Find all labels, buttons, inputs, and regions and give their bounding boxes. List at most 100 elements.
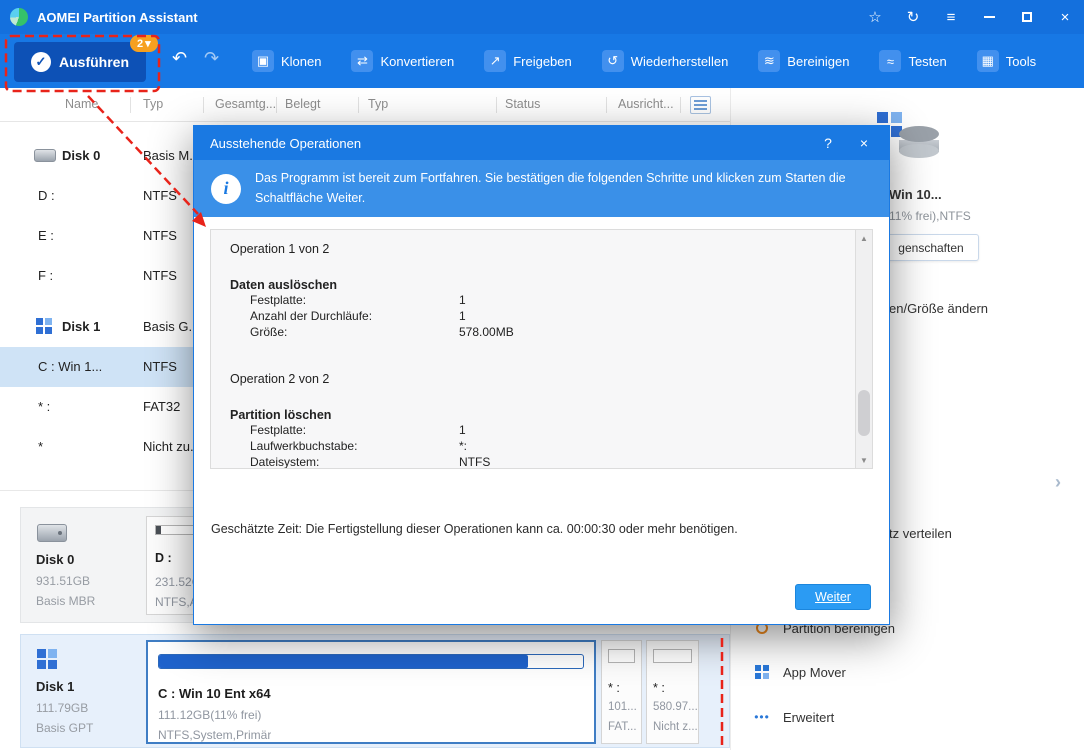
app-logo-icon: [10, 8, 28, 26]
ellipsis-icon: •••: [754, 710, 770, 724]
partition-name: C : Win 10 Ent x64: [158, 686, 271, 701]
disk0-scheme: Basis MBR: [36, 594, 96, 608]
column-separator: [358, 97, 359, 113]
pending-count-badge[interactable]: 2 ▾: [130, 35, 158, 52]
column-separator: [203, 97, 204, 113]
disk0-size: 931.51GB: [36, 574, 91, 588]
dialog-title: Ausstehende Operationen: [210, 135, 362, 151]
maximize-icon: [1022, 12, 1032, 22]
operation-name: Daten auslöschen: [230, 278, 337, 292]
maximize-button[interactable]: [1008, 0, 1046, 34]
menu-item-app-mover[interactable]: App Mover: [731, 657, 1084, 687]
column-header-typ2[interactable]: Typ: [368, 97, 388, 111]
operation-header: Operation 2 von 2: [230, 372, 330, 386]
partition-size: 111.12GB(11% frei): [158, 708, 262, 722]
toolbar-item-freigeben[interactable]: ↗ Freigeben: [484, 50, 572, 72]
partition-name: * :: [608, 681, 620, 695]
scrollbar[interactable]: ▲ ▼: [855, 230, 872, 468]
close-icon: ×: [1060, 8, 1070, 26]
column-header-name[interactable]: Name: [65, 97, 98, 111]
usage-bar: [158, 654, 584, 669]
tools-icon: ▦: [976, 50, 999, 72]
ssd-icon: [37, 649, 58, 670]
partition-size: 580.97...: [653, 701, 697, 713]
redo-icon[interactable]: ↷: [204, 48, 219, 69]
hdd-icon: [34, 149, 56, 162]
resize-menu-item[interactable]: en/Größe ändern: [889, 301, 988, 316]
favorites-star-icon[interactable]: ☆: [856, 0, 894, 34]
undo-icon[interactable]: ↶: [172, 48, 187, 69]
restore-icon: ↺: [601, 50, 624, 72]
partition-box-star2[interactable]: * : 580.97... Nicht z...: [646, 640, 699, 744]
scrollbar-thumb[interactable]: [858, 390, 870, 436]
check-icon: ✓: [31, 52, 51, 72]
usage-bar: [608, 649, 635, 663]
refresh-icon[interactable]: ↻: [894, 0, 932, 34]
operation-detail-row: Festplatte: 1: [250, 293, 466, 307]
partition-name: * :: [653, 681, 665, 695]
partition-fs: FAT...: [608, 721, 637, 733]
operation-detail-row: Festplatte: 1: [250, 423, 466, 437]
toolbar-item-bereinigen[interactable]: ≋ Bereinigen: [758, 50, 849, 72]
disk1-size: 111.79GB: [36, 701, 89, 715]
titlebar: AOMEI Partition Assistant ☆ ↻ ≡ ×: [0, 0, 1084, 34]
partition-size: 101...: [608, 701, 637, 713]
dialog-close-icon[interactable]: ×: [853, 135, 875, 151]
toolbar-item-wiederherstellen[interactable]: ↺ Wiederherstellen: [601, 50, 728, 72]
disk1-card[interactable]: Disk 1 111.79GB Basis GPT C : Win 10 Ent…: [20, 634, 730, 748]
column-chooser-icon[interactable]: [690, 96, 711, 114]
hamburger-menu-icon[interactable]: ≡: [932, 0, 970, 34]
wipe-icon: ≋: [758, 50, 781, 72]
minimize-button[interactable]: [970, 0, 1008, 34]
close-button[interactable]: ×: [1046, 0, 1084, 34]
distribute-menu-item[interactable]: tz verteilen: [889, 526, 952, 541]
next-button[interactable]: Weiter: [795, 584, 871, 610]
help-icon[interactable]: ?: [817, 135, 839, 151]
partition-box-c-selected[interactable]: C : Win 10 Ent x64 111.12GB(11% frei) NT…: [146, 640, 596, 744]
scroll-up-icon[interactable]: ▲: [856, 230, 872, 246]
operation-detail-row: Anzahl der Durchläufe: 1: [250, 309, 466, 323]
column-header-belegt[interactable]: Belegt: [285, 97, 320, 111]
partition-fs: NTFS,System,Primär: [158, 728, 272, 742]
clone-icon: ▣: [252, 50, 274, 72]
apply-button[interactable]: ✓ Ausführen 2 ▾: [14, 35, 158, 82]
operation-detail-row: Dateisystem: NTFS: [250, 455, 491, 469]
dialog-header[interactable]: Ausstehende Operationen ? ×: [194, 126, 889, 160]
disk1-scheme: Basis GPT: [36, 721, 94, 735]
properties-button[interactable]: genschaften: [883, 234, 979, 261]
menu-item-erweitert[interactable]: ••• Erweitert: [731, 702, 1084, 732]
toolbar-item-tools[interactable]: ▦ Tools: [976, 50, 1036, 72]
column-header-typ[interactable]: Typ: [143, 97, 163, 111]
pending-operations-dialog: Ausstehende Operationen ? × i Das Progra…: [193, 125, 890, 625]
toolbar-item-klonen[interactable]: ▣ Klonen: [252, 50, 321, 72]
disk1-name: Disk 1: [36, 679, 75, 694]
usage-bar: [653, 649, 692, 663]
disk0-name: Disk 0: [36, 552, 75, 567]
column-header-gesamt[interactable]: Gesamtg...: [215, 97, 276, 111]
toolbar-item-testen[interactable]: ≈ Testen: [879, 50, 947, 72]
titlebar-controls: ☆ ↻ ≡ ×: [856, 0, 1084, 34]
column-header-ausricht[interactable]: Ausricht...: [618, 97, 674, 111]
operation-header: Operation 1 von 2: [230, 242, 330, 256]
toolbar: ✓ Ausführen 2 ▾ ↶ ↷ ▣ Klonen ⇄ Konvertier…: [0, 34, 1084, 88]
test-icon: ≈: [879, 50, 902, 72]
scroll-down-icon[interactable]: ▼: [856, 452, 872, 468]
app-window: AOMEI Partition Assistant ☆ ↻ ≡ × ✓ Ausf…: [0, 0, 1084, 750]
info-icon: i: [211, 173, 241, 204]
column-separator: [680, 97, 681, 113]
toolbar-items: ▣ Klonen ⇄ Konvertieren ↗ Freigeben ↺ Wi…: [252, 34, 1036, 88]
operation-detail-row: Laufwerkbuchstabe: *:: [250, 439, 468, 453]
column-header-status[interactable]: Status: [505, 97, 540, 111]
partition-box-star1[interactable]: * : 101... FAT...: [601, 640, 642, 744]
operations-list: Operation 1 von 2 Daten auslöschen Festp…: [210, 229, 873, 469]
toolbar-item-konvertieren[interactable]: ⇄ Konvertieren: [351, 50, 454, 72]
hdd-icon: [37, 524, 67, 542]
column-separator: [606, 97, 607, 113]
chevron-right-icon[interactable]: ›: [1055, 472, 1061, 493]
share-icon: ↗: [484, 50, 507, 72]
partition-fs: Nicht z...: [653, 721, 697, 733]
dialog-info-text: Das Programm ist bereit zum Fortfahren. …: [255, 171, 846, 205]
minimize-icon: [983, 16, 995, 18]
estimate-text: Geschätzte Zeit: Die Fertigstellung dies…: [211, 522, 738, 536]
app-mover-icon: [753, 663, 771, 681]
